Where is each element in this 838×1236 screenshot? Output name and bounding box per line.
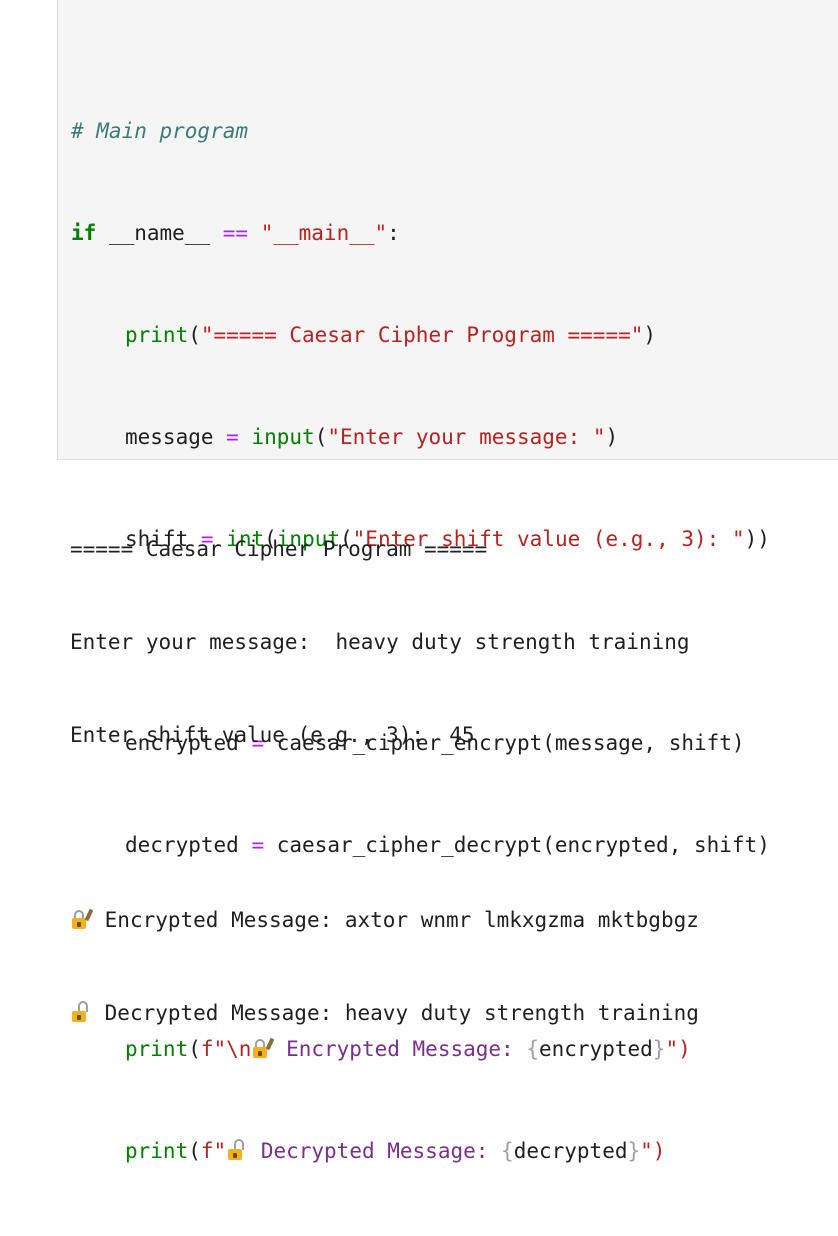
comment: # Main program: [71, 119, 249, 143]
input-fn: input: [251, 425, 315, 449]
code-cell[interactable]: # Main program if __name__ == "__main__"…: [57, 0, 838, 1163]
fstring-expr: decrypted: [513, 1139, 628, 1163]
code-line-print1: print("===== Caesar Cipher Program =====…: [71, 318, 770, 352]
brace: }: [627, 1139, 641, 1163]
output-line-decrypted: Decrypted Message: heavy duty strength t…: [70, 998, 699, 1029]
fstring-label: Decrypted Message:: [248, 1139, 502, 1163]
code-line-message: message = input("Enter your message: "): [71, 420, 770, 454]
fstring-end: "): [640, 1139, 666, 1163]
code-line-if: if __name__ == "__main__":: [71, 216, 770, 250]
output-line-title: ===== Caesar Cipher Program =====: [70, 537, 488, 561]
brace: {: [501, 1139, 514, 1163]
paren: (: [188, 1139, 201, 1163]
locked-with-pen-icon: [70, 908, 94, 929]
paren: (: [188, 323, 201, 347]
message-var: message: [125, 425, 214, 449]
encrypted-message-text: Encrypted Message: axtor wnmr lmkxgzma m…: [104, 908, 699, 932]
cell-output: ===== Caesar Cipher Program ===== Enter …: [70, 472, 699, 1060]
print-fn: print: [125, 1139, 189, 1163]
prompt-string: "Enter your message: ": [327, 425, 606, 449]
paren: ): [605, 425, 619, 449]
name-var: __name__: [108, 221, 211, 245]
colon: :: [387, 221, 400, 245]
assign-operator: =: [226, 425, 239, 449]
output-line-shift: Enter shift value (e.g., 3): 45: [70, 723, 475, 747]
title-string: "===== Caesar Cipher Program =====": [200, 323, 644, 347]
paren: (: [314, 425, 328, 449]
eq-operator: ==: [222, 221, 249, 245]
decrypted-message-text: Decrypted Message: heavy duty strength t…: [104, 1001, 699, 1025]
unlocked-icon: [70, 1001, 88, 1022]
print-fn: print: [125, 323, 189, 347]
unlocked-icon: [226, 1139, 245, 1160]
if-keyword: if: [71, 221, 97, 245]
fstring-prefix: f": [200, 1139, 227, 1163]
paren: ): [643, 323, 657, 347]
code-line-print3: print(f" Decrypted Message: {decrypted}"…: [71, 1134, 770, 1168]
output-line-message: Enter your message: heavy duty strength …: [70, 630, 690, 654]
code-line-comment: # Main program: [71, 114, 770, 148]
main-string: "__main__": [260, 221, 388, 245]
paren: )): [744, 527, 770, 551]
output-line-encrypted: Encrypted Message: axtor wnmr lmkxgzma m…: [70, 905, 699, 936]
